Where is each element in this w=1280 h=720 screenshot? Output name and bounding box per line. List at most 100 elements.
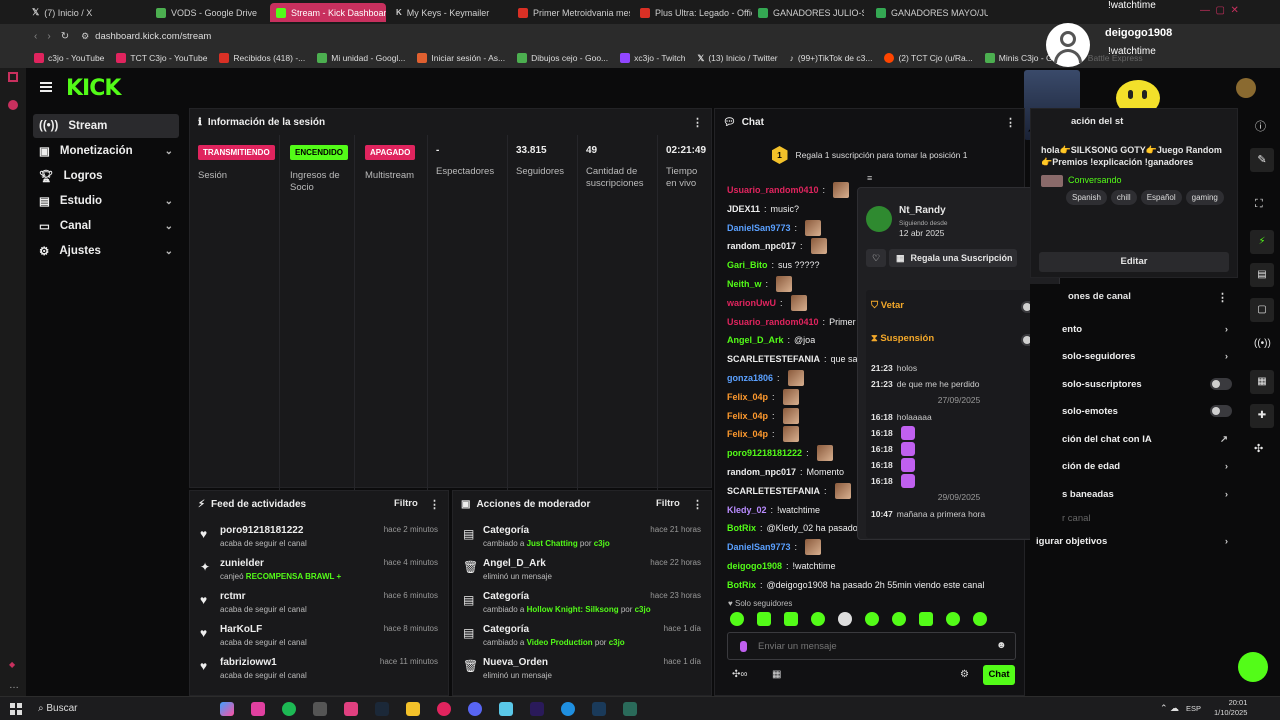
edge-icon[interactable] [561,702,575,716]
tab-sheets[interactable]: GANADORES JULIO-SET [752,3,864,22]
tab-drive[interactable]: VODS - Google Drive [150,3,262,22]
feed-user[interactable]: rctmr [220,591,246,602]
follow-heart-button[interactable]: ♡ [866,249,886,267]
sidebar-item-monetization[interactable]: ▣ Monetización ⌄ [33,139,179,163]
chat-username[interactable]: JDEX11 [727,204,760,214]
chat-username[interactable]: SCARLETESTEFANIA [727,486,820,496]
tab-keymailer[interactable]: K My Keys - Keymailer [390,3,508,22]
bookmark-item[interactable]: Mi unidad - Googl... [311,53,411,63]
kick-logo[interactable]: KICK [66,76,121,101]
windows-start-icon[interactable] [10,703,22,715]
chat-username[interactable]: BotRix [727,580,756,590]
language-indicator[interactable]: ESP [1186,704,1201,713]
expand-icon[interactable]: ≡ [867,173,872,183]
chat-username[interactable]: warionUwU [727,298,776,308]
bookmark-item[interactable]: Recibidos (418) -... [213,53,311,63]
chat-icon[interactable]: ▢ [1250,298,1274,322]
reload-icon[interactable]: ↻ [61,31,69,42]
notes-icon[interactable]: ▤ [1250,263,1274,287]
bookmark-item[interactable]: Iniciar sesión - As... [411,53,511,63]
app-icon[interactable] [313,702,327,716]
gift-icon[interactable]: ▦ [772,669,781,680]
chat-username[interactable]: poro91218181222 [727,448,802,458]
emote-icon[interactable] [784,612,798,626]
chat-username[interactable]: DanielSan9773 [727,223,791,233]
avatar[interactable] [1236,78,1256,98]
back-icon[interactable]: ‹ [34,31,37,42]
tag[interactable]: Spanish [1066,190,1107,205]
clock[interactable]: 20:01 1/10/2025 [1214,698,1247,718]
app-icon[interactable] [251,702,265,716]
pinned-gift-banner[interactable]: 1 Regala 1 suscripción para tomar la pos… [715,139,1024,171]
action-item-age[interactable]: ción de edad › [1062,455,1234,477]
search-box[interactable]: ⌕ Buscar [38,703,78,714]
info-icon[interactable]: ⓘ [1255,118,1266,134]
feed-user[interactable]: poro91218181222 [220,525,303,536]
app-icon[interactable] [344,702,358,716]
emote-icon[interactable] [865,612,879,626]
chat-username[interactable]: Felix_04p [727,411,768,421]
chat-username[interactable]: deigogo1908 [727,561,782,571]
premiere-icon[interactable] [530,702,544,716]
tab-x[interactable]: 𝕏 (7) Inicio / X [26,3,146,22]
chat-username[interactable]: Felix_04p [727,392,768,402]
tag[interactable]: Español [1140,190,1182,205]
chat-username[interactable]: Usuario_random0410 [727,317,819,327]
emote-icon[interactable] [919,612,933,626]
apps-icon[interactable]: ✣ [1254,442,1263,455]
chat-tools-icon[interactable]: ✣∞ [732,669,748,680]
chat-input[interactable] [758,638,978,654]
more-options-icon[interactable]: ⋮ [692,116,703,129]
emote-icon[interactable] [811,612,825,626]
mod-icon[interactable]: ▦ [1250,370,1274,394]
subs-only-toggle[interactable] [1210,378,1232,390]
chat-username[interactable]: Kledy_02 [727,505,767,515]
menu-icon[interactable] [40,82,52,92]
url-field[interactable]: dashboard.kick.com/stream [95,31,211,42]
tab-sheets-2[interactable]: GANADORES MAYO/JUN [870,3,988,22]
app-icon[interactable] [623,702,637,716]
chat-username[interactable]: Neith_w [727,279,762,289]
tag[interactable]: chill [1110,190,1137,205]
filter-button[interactable]: Filtro [394,498,418,509]
chat-username[interactable]: DanielSan9773 [727,542,791,552]
tab-kick[interactable]: Stream - Kick Dashboard [270,3,386,22]
user-card-name[interactable]: Nt_Randy [899,205,946,216]
chat-username[interactable]: gonza1806 [727,373,773,383]
action-item[interactable]: ento › [1062,318,1234,340]
steam-icon[interactable] [375,702,389,716]
chat-username[interactable]: BotRix [727,523,756,533]
chat-username[interactable]: Usuario_random0410 [727,185,819,195]
emote-icon[interactable] [730,612,744,626]
tray-icons[interactable]: ⌃ ☁ [1160,703,1179,714]
emotes-only-toggle[interactable] [1210,405,1232,417]
feed-user[interactable]: fabrizioww1 [220,657,277,668]
tag[interactable]: gaming [1185,190,1224,205]
more-options-icon[interactable]: ⋮ [429,498,440,511]
action-item-followers-only[interactable]: solo-seguidores › [1062,345,1234,367]
bookmark-item[interactable]: c3jo - YouTube [28,53,110,63]
emote-icon[interactable] [973,612,987,626]
emote-icon[interactable] [757,612,771,626]
help-chat-button[interactable] [1238,652,1268,682]
more-icon[interactable]: … [9,680,19,691]
bookmark-icon[interactable] [8,72,18,82]
chat-send-button[interactable]: Chat [983,665,1015,685]
sidebar-item-settings[interactable]: ⚙ Ajustes ⌄ [33,239,179,263]
spotify-icon[interactable] [282,702,296,716]
bolt-icon[interactable]: ⚡︎ [1250,230,1274,254]
sidebar-item-studio[interactable]: ▤ Estudio ⌄ [33,189,179,213]
action-item-banned-words[interactable]: s baneadas › [1062,483,1234,505]
chat-username[interactable]: SCARLETESTEFANIA [727,354,820,364]
bookmark-item[interactable]: TCT C3jo - YouTube [110,53,213,63]
emote-icon[interactable] [892,612,906,626]
fullscreen-icon[interactable]: ⛶ [1255,198,1263,211]
extensions-icon[interactable]: ◆ [9,660,15,669]
more-options-icon[interactable]: ⋮ [1005,116,1016,129]
app-icon[interactable] [499,702,513,716]
photoshop-icon[interactable] [592,702,606,716]
more-options-icon[interactable]: ⋮ [692,498,703,511]
action-item-goals[interactable]: igurar objetivos › [1036,530,1234,552]
bookmark-item[interactable]: Dibujos cejo - Goo... [511,53,614,63]
broadcast-icon[interactable]: ((•)) [1254,338,1271,349]
